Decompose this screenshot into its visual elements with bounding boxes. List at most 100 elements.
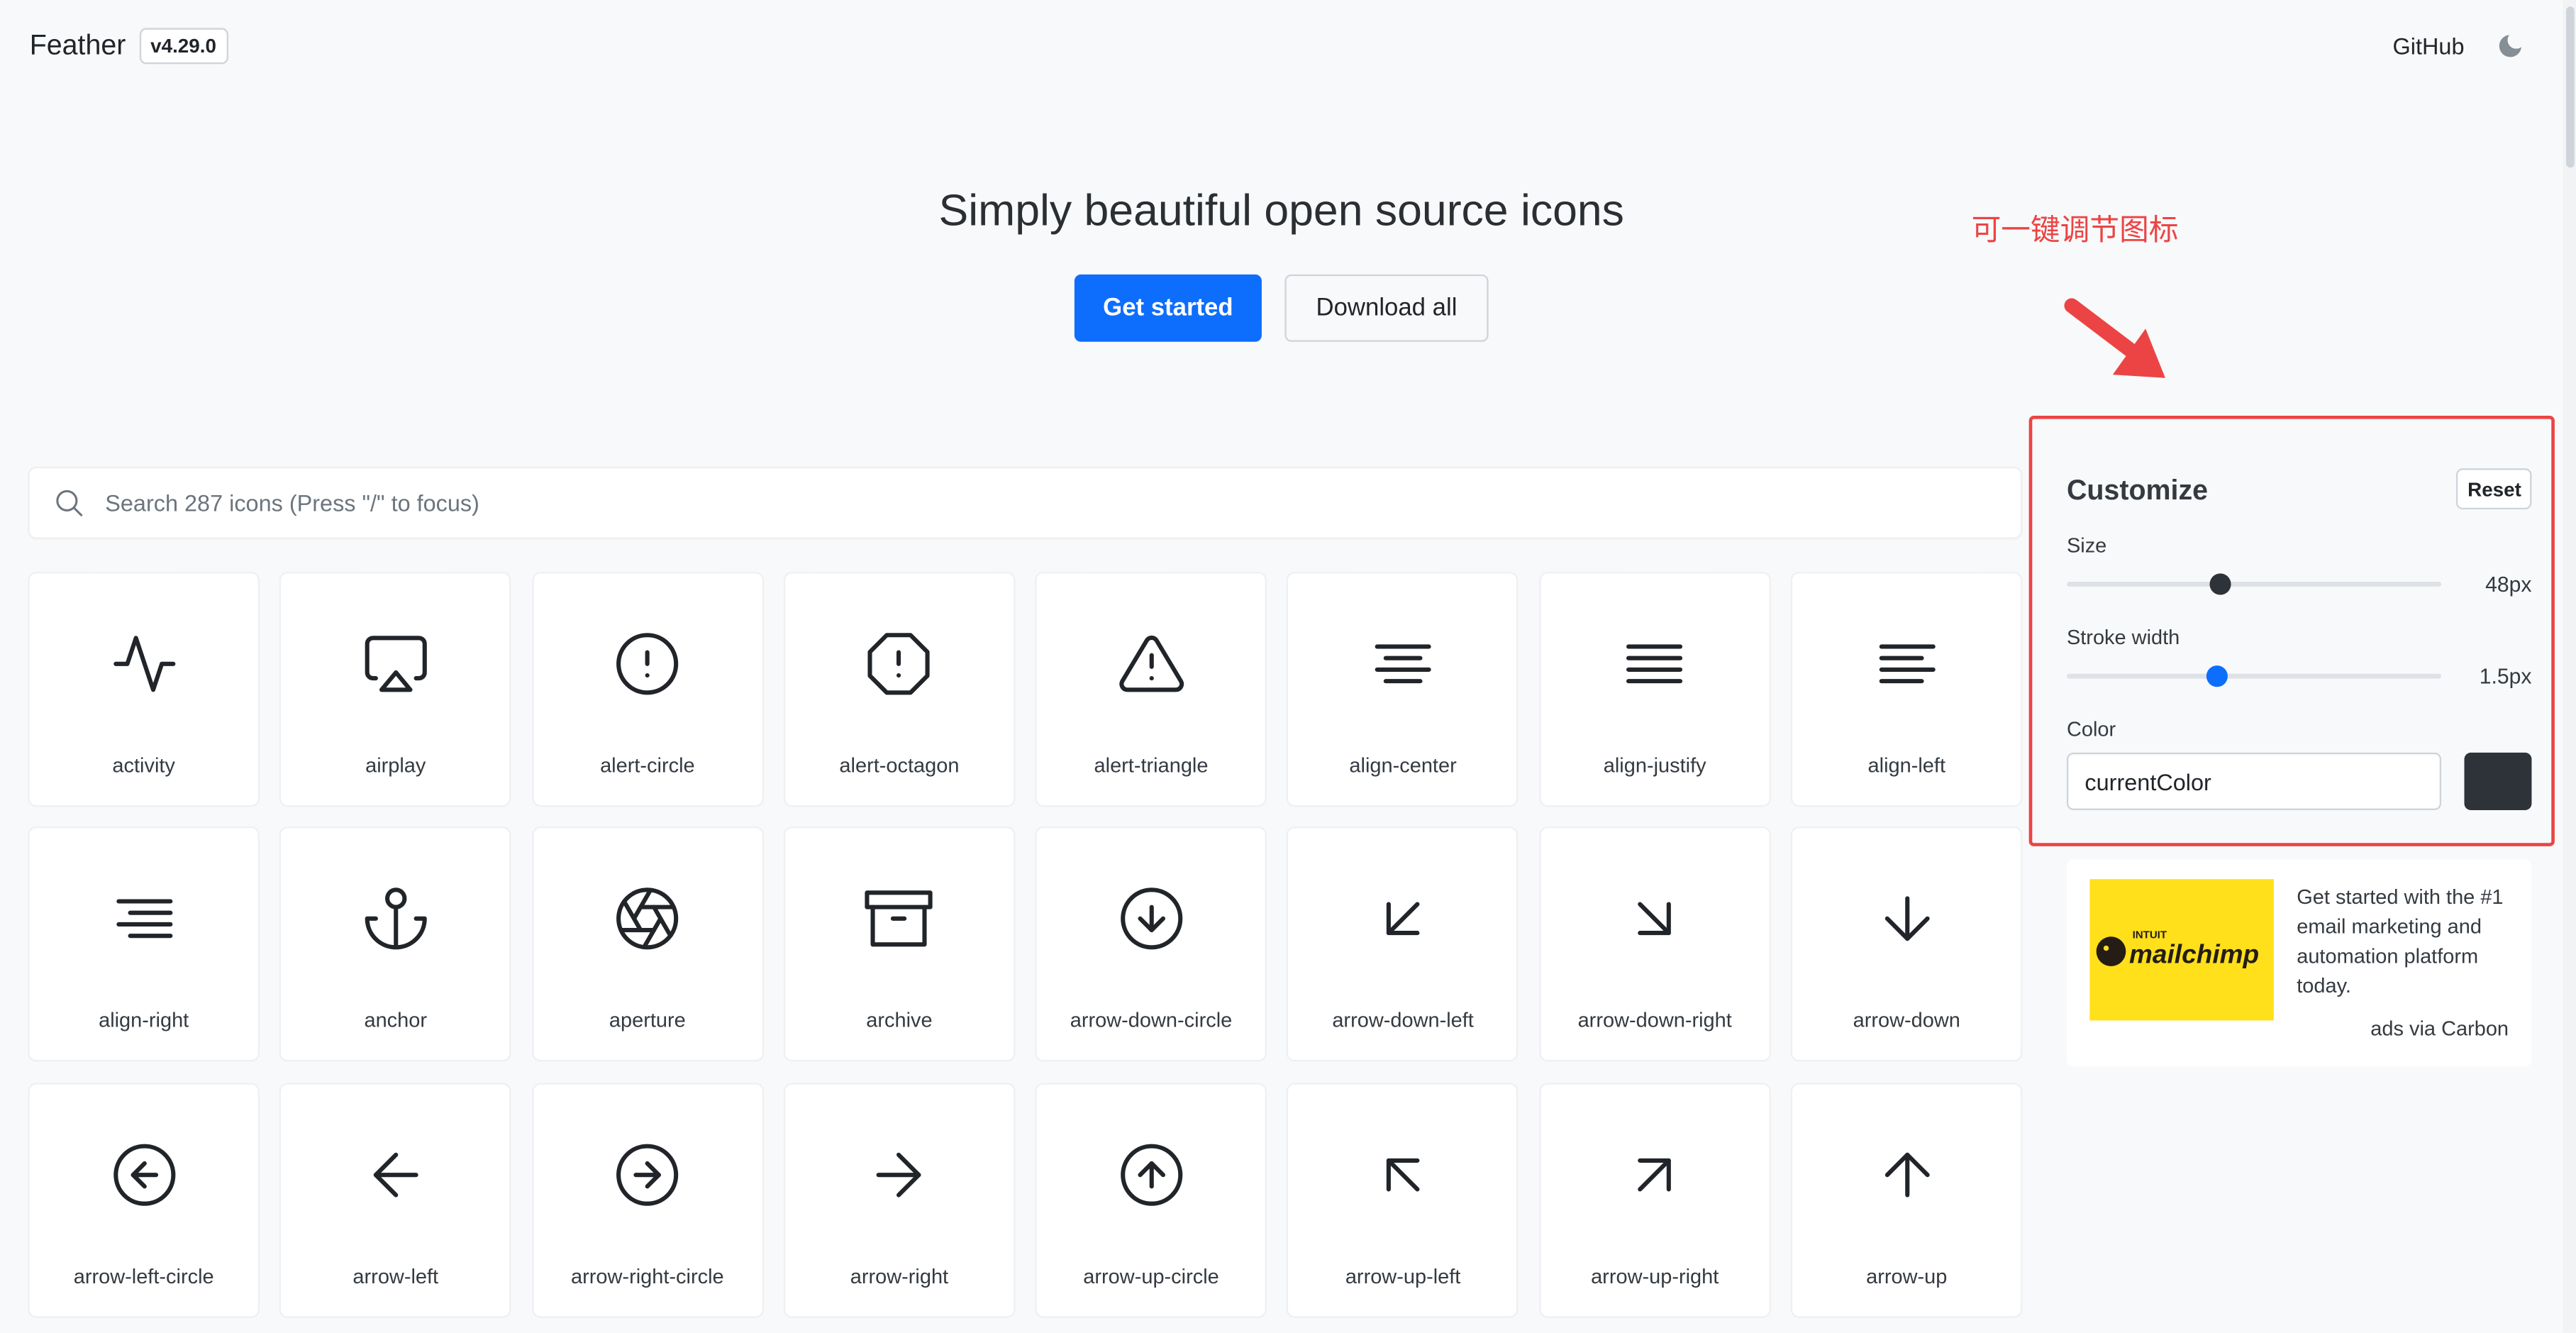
icon-tile-alert-octagon[interactable]: alert-octagon [784, 573, 1014, 806]
scrollbar-thumb[interactable] [2566, 6, 2575, 168]
icon-tile-arrow-up-left[interactable]: arrow-up-left [1289, 1083, 1518, 1316]
icon-label: airplay [365, 754, 426, 778]
icon-label: align-center [1349, 754, 1457, 778]
icon-tile-align-center[interactable]: align-center [1289, 573, 1518, 806]
version-badge: v4.29.0 [138, 28, 228, 65]
icon-label: anchor [364, 1009, 428, 1033]
get-started-button[interactable]: Get started [1074, 274, 1262, 342]
icon-tile-arrow-down[interactable]: arrow-down [1792, 829, 2021, 1061]
icon-tile-arrow-down-circle[interactable]: arrow-down-circle [1037, 829, 1266, 1061]
icon-label: activity [112, 754, 175, 778]
reset-button[interactable]: Reset [2455, 468, 2532, 510]
icon-label: arrow-up-circle [1083, 1264, 1219, 1288]
icon-tile-anchor[interactable]: anchor [281, 829, 510, 1061]
icon-tile-align-left[interactable]: align-left [1792, 573, 2021, 806]
ad-text[interactable]: Get started with the #1 email marketing … [2297, 883, 2520, 1001]
icon-label: aperture [609, 1009, 686, 1033]
align-justify-icon [1626, 644, 1683, 684]
aperture-icon [616, 887, 679, 951]
icon-tile-alert-triangle[interactable]: alert-triangle [1037, 573, 1266, 806]
color-swatch[interactable] [2464, 752, 2532, 810]
size-label: Size [2066, 533, 2107, 558]
moon-icon[interactable] [2496, 31, 2526, 61]
brand-name[interactable]: Feather [30, 30, 126, 62]
icon-label: arrow-down-circle [1070, 1009, 1233, 1033]
ad-brand: mailchimp [2129, 939, 2259, 968]
customize-title: Customize [2066, 475, 2209, 507]
icon-label: arrow-right [850, 1264, 949, 1288]
alert-triangle-icon [1118, 635, 1184, 692]
icon-tile-arrow-right-circle[interactable]: arrow-right-circle [533, 1083, 762, 1316]
github-link[interactable]: GitHub [2393, 33, 2465, 59]
icon-label: arrow-down [1853, 1009, 1960, 1033]
icon-tile-align-right[interactable]: align-right [29, 829, 258, 1061]
arrow-left-icon [373, 1151, 418, 1197]
download-all-button[interactable]: Download all [1284, 274, 1489, 342]
icon-tile-aperture[interactable]: aperture [533, 829, 762, 1061]
size-value: 48px [2485, 572, 2532, 597]
icon-grid: activity airplay alert-circle alert-octa… [29, 573, 2021, 1316]
icon-tile-arrow-up[interactable]: arrow-up [1792, 1083, 2021, 1316]
stroke-width-value: 1.5px [2479, 663, 2532, 689]
activity-icon [113, 636, 175, 692]
arrow-up-circle-icon [1120, 1143, 1182, 1205]
icon-tile-arrow-up-circle[interactable]: arrow-up-circle [1037, 1083, 1266, 1316]
search-input[interactable] [101, 487, 1916, 518]
carbon-ad[interactable]: INTUIT mailchimp Get started with the #1… [2066, 859, 2532, 1067]
icon-tile-airplay[interactable]: airplay [281, 573, 510, 806]
align-right-icon [116, 900, 172, 939]
ads-via-carbon-link[interactable]: ads via Carbon [2370, 1017, 2509, 1040]
icon-tile-arrow-left[interactable]: arrow-left [281, 1083, 510, 1316]
arrow-up-right-icon [1638, 1157, 1672, 1191]
search-bar[interactable] [29, 468, 2021, 538]
icon-tile-arrow-right[interactable]: arrow-right [784, 1083, 1014, 1316]
icon-tile-activity[interactable]: activity [29, 573, 258, 806]
color-label: Color [2066, 718, 2116, 741]
icon-label: arrow-left-circle [73, 1264, 214, 1288]
icon-tile-archive[interactable]: archive [784, 829, 1014, 1061]
icon-tile-alert-circle[interactable]: alert-circle [533, 573, 762, 806]
archive-icon [865, 890, 933, 948]
alert-octagon-icon [868, 633, 931, 695]
arrow-left-circle-icon [113, 1143, 175, 1205]
color-input[interactable] [2066, 752, 2442, 810]
mailchimp-logo-mark: INTUIT mailchimp [2096, 929, 2259, 968]
size-slider[interactable] [2066, 573, 2442, 595]
icon-tile-arrow-up-right[interactable]: arrow-up-right [1540, 1083, 1770, 1316]
arrow-down-left-icon [1386, 902, 1420, 936]
stroke-width-label: Stroke width [2066, 626, 2180, 649]
icon-label: alert-circle [600, 754, 695, 778]
icon-label: arrow-down-left [1332, 1009, 1474, 1033]
icon-label: arrow-up-right [1591, 1264, 1719, 1288]
mailchimp-logo[interactable]: INTUIT mailchimp [2089, 879, 2274, 1021]
icon-label: alert-triangle [1094, 754, 1209, 778]
icon-tile-align-justify[interactable]: align-justify [1540, 573, 1770, 806]
icon-label: arrow-up [1866, 1264, 1948, 1288]
icon-tile-arrow-down-right[interactable]: arrow-down-right [1540, 829, 1770, 1061]
annotation-text: 可一键调节图标 [1971, 214, 2179, 247]
page-scrollbar[interactable] [2563, 0, 2576, 1333]
stroke-width-slider[interactable] [2066, 665, 2442, 687]
icon-label: arrow-down-right [1577, 1009, 1732, 1033]
align-left-icon [1878, 644, 1935, 684]
annotation-arrow-icon [2064, 298, 2165, 378]
arrow-down-right-icon [1638, 902, 1672, 936]
arrow-up-icon [1884, 1151, 1929, 1197]
brand[interactable]: Feather v4.29.0 [30, 28, 228, 65]
icon-label: arrow-up-left [1345, 1264, 1461, 1288]
icon-tile-arrow-down-left[interactable]: arrow-down-left [1289, 829, 1518, 1061]
icon-label: align-justify [1603, 754, 1706, 778]
icon-label: arrow-left [352, 1264, 439, 1288]
align-center-icon [1375, 644, 1431, 684]
icon-label: archive [866, 1009, 933, 1033]
arrow-right-icon [877, 1151, 922, 1197]
arrow-up-left-icon [1386, 1157, 1420, 1191]
stroke-width-slider-thumb[interactable] [2206, 665, 2228, 687]
arrow-down-icon [1884, 897, 1929, 941]
anchor-icon [365, 887, 427, 951]
icon-tile-arrow-left-circle[interactable]: arrow-left-circle [29, 1083, 258, 1316]
arrow-down-circle-icon [1120, 887, 1182, 951]
arrow-right-circle-icon [616, 1143, 679, 1205]
size-slider-thumb[interactable] [2209, 573, 2231, 595]
icon-label: alert-octagon [839, 754, 960, 778]
